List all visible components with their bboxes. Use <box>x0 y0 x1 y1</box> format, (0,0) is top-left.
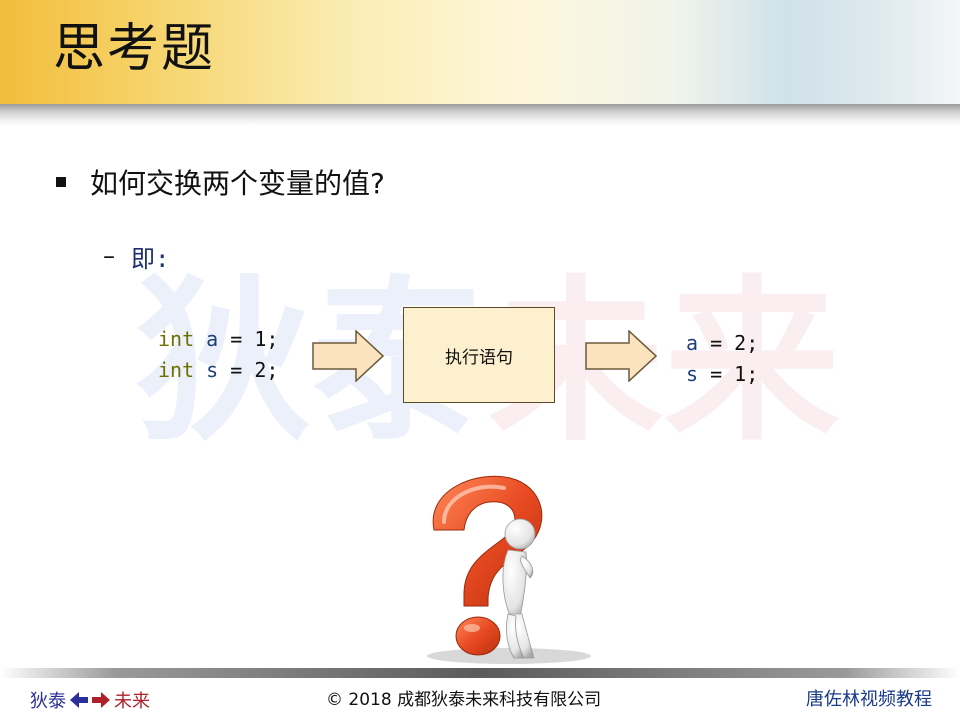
code-keyword: int <box>158 358 195 382</box>
code-line: int s = 2; <box>158 355 278 386</box>
code-variable: s <box>686 362 699 386</box>
code-variable: a <box>686 331 699 355</box>
bullet-item-question: 如何交换两个变量的值? <box>56 160 385 204</box>
right-arrow-icon <box>585 330 657 382</box>
sub-bullet-text: 即: <box>131 244 170 273</box>
footer-author: 唐佐林视频教程 <box>806 689 932 710</box>
process-label: 执行语句 <box>445 347 513 368</box>
brand-right-text: 未来 <box>114 691 150 712</box>
code-variable: s <box>206 358 219 382</box>
code-variable: a <box>206 327 219 351</box>
code-rest: = 2; <box>698 331 759 355</box>
brand-left-text: 狄泰 <box>30 691 66 712</box>
right-arrow-icon <box>312 330 384 382</box>
footer-brand: 狄泰 未来 <box>30 688 150 712</box>
code-rest: = 1; <box>698 362 759 386</box>
slide-title: 思考题 <box>53 19 216 79</box>
code-line: s = 1; <box>686 359 758 390</box>
square-bullet-icon <box>56 177 66 187</box>
sub-bullet-item: – 即: <box>103 236 169 276</box>
code-keyword: int <box>158 327 195 351</box>
code-line: int a = 1; <box>158 324 278 355</box>
figure-shadow <box>427 648 591 664</box>
footer-divider <box>0 668 960 678</box>
bullet-text: 如何交换两个变量的值? <box>90 167 385 200</box>
process-box: 执行语句 <box>403 307 555 403</box>
dash-marker: – <box>103 242 115 270</box>
code-before: int a = 1; int s = 2; <box>158 324 278 386</box>
code-rest: = 2; <box>218 358 279 382</box>
question-mark-figure-icon <box>427 475 591 664</box>
code-line: a = 2; <box>686 328 758 359</box>
bidirectional-arrow-icon <box>70 692 110 708</box>
code-after: a = 2; s = 1; <box>686 328 758 390</box>
question-mark-dot <box>455 616 501 656</box>
footer-copyright: © 2018 成都狄泰未来科技有限公司 <box>326 690 602 710</box>
figure-head <box>504 518 536 550</box>
header-shadow <box>0 104 960 126</box>
code-rest: = 1; <box>218 327 279 351</box>
slide: 思考题 狄 泰 未 来 如何交换两个变量的值? – 即: int a = 1; … <box>0 0 960 720</box>
